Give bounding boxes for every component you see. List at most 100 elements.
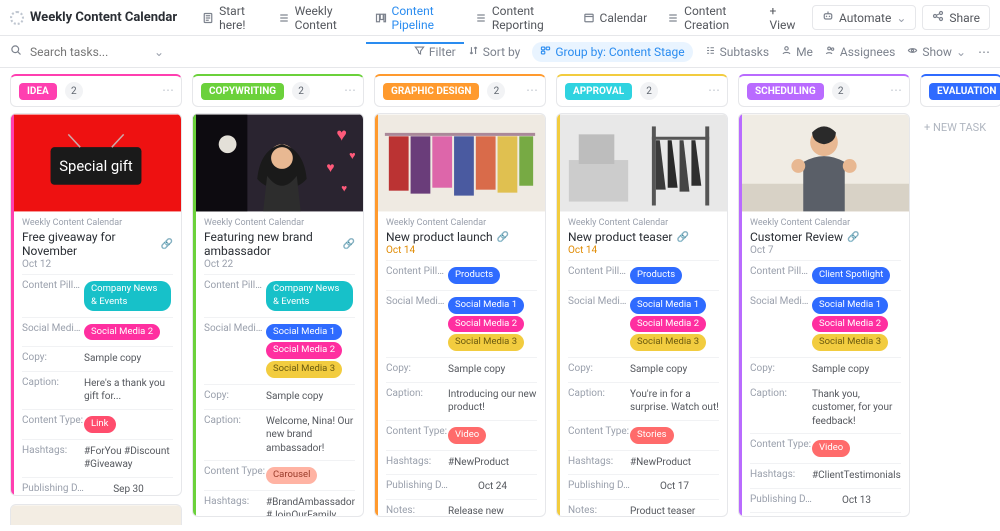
tag-link[interactable]: Link <box>84 416 116 433</box>
card-title: New product launch 🔗 <box>386 230 537 244</box>
column-more-icon[interactable]: ⋯ <box>526 83 538 97</box>
column-more-icon[interactable]: ⋯ <box>162 83 174 97</box>
tab-content-reporting[interactable]: Content Reporting <box>466 0 572 36</box>
tab-start-here-[interactable]: Start here! <box>193 0 267 36</box>
column-scheduling: SCHEDULING 2 ⋯ Weekly Content Calendar C… <box>738 74 910 525</box>
field-row: Content Type: Link <box>22 409 173 439</box>
field-value: You're in for a surprise. Watch out! <box>630 388 719 415</box>
field-row: Copy: Sample copy <box>568 357 719 382</box>
tag-products[interactable]: Products <box>448 267 500 284</box>
field-row: Publishing D... Oct 24 <box>386 474 537 499</box>
assignees-tool[interactable]: Assignees <box>825 45 895 59</box>
tag-sm1[interactable]: Social Media 1 <box>630 297 706 314</box>
column-more-icon[interactable]: ⋯ <box>708 83 720 97</box>
me-tool[interactable]: Me <box>781 45 813 59</box>
field-value: Stories <box>630 426 719 445</box>
tag-sm1[interactable]: Social Media 1 <box>448 297 524 314</box>
field-label: Content Pillar: <box>386 266 448 277</box>
group-by-tool[interactable]: Group by: Content Stage <box>532 42 692 62</box>
card-title: Customer Review 🔗 <box>750 230 901 244</box>
field-value: Social Media 1Social Media 2 Social Media… <box>266 323 355 379</box>
card-title: New product teaser 🔗 <box>568 230 719 244</box>
tab-calendar[interactable]: Calendar <box>574 7 657 29</box>
tab-icon <box>278 12 290 24</box>
tag-sm3[interactable]: Social Media 3 <box>812 334 888 351</box>
more-tool[interactable]: ⋯ <box>978 45 990 59</box>
card-date: Oct 14 <box>568 245 719 256</box>
field-row: Notes: Release new product on social med… <box>386 499 537 517</box>
share-button[interactable]: Share <box>922 5 990 30</box>
field-row: Content Type: Carousel <box>204 460 355 490</box>
automate-button[interactable]: Automate ⌄ <box>812 5 916 30</box>
tag-carousel[interactable]: Carousel <box>266 467 317 484</box>
share-label: Share <box>949 11 980 25</box>
field-value: Social Media 2 <box>84 323 173 342</box>
field-value: #NewProduct <box>630 456 719 470</box>
search-box[interactable]: ⌄ <box>10 44 400 60</box>
column-more-icon[interactable]: ⋯ <box>890 83 902 97</box>
user-icon <box>781 45 792 59</box>
search-input[interactable] <box>28 44 148 60</box>
tab-content-creation[interactable]: Content Creation <box>658 0 758 36</box>
tag-sm2[interactable]: Social Media 2 <box>812 316 888 333</box>
tab-label: Content Creation <box>684 4 749 32</box>
column-header[interactable]: IDEA 2 ⋯ <box>10 74 182 107</box>
task-card[interactable]: Weekly Content Calendar Free giveaway fo… <box>10 113 182 496</box>
field-value: #BrandAmbassador #JoinOurFamily <box>266 496 355 517</box>
new-task-button[interactable]: + NEW TASK <box>920 113 1000 142</box>
task-card[interactable]: Weekly Content Calendar Customer Review … <box>738 113 910 517</box>
field-row: Copy: Sample copy <box>750 357 901 382</box>
tag-sm2[interactable]: Social Media 2 <box>84 324 160 341</box>
tag-sm2[interactable]: Social Media 2 <box>266 342 342 359</box>
tag-video[interactable]: Video <box>812 440 850 457</box>
tag-stories[interactable]: Stories <box>630 427 674 444</box>
field-value: Products <box>448 266 537 285</box>
column-header[interactable]: SCHEDULING 2 ⋯ <box>738 74 910 107</box>
field-row: Content Type: Video <box>750 433 901 463</box>
subtasks-tool[interactable]: Subtasks <box>705 45 769 59</box>
field-row: Hashtags: #NewProduct <box>386 450 537 475</box>
dots-icon: ⋯ <box>978 45 990 59</box>
tag-sm3[interactable]: Social Media 3 <box>266 361 342 378</box>
column-count: 2 <box>832 82 850 100</box>
field-label: Caption: <box>22 377 84 388</box>
sort-tool[interactable]: Sort by <box>468 45 521 59</box>
tag-company_news[interactable]: Company News & Events <box>266 281 353 311</box>
filter-tool[interactable]: Filter <box>414 45 456 59</box>
column-approval: APPROVAL 2 ⋯ Weekly Content Calendar New… <box>556 74 728 525</box>
column-header[interactable]: COPYWRITING 2 ⋯ <box>192 74 364 107</box>
chevron-down-icon[interactable]: ⌄ <box>154 45 164 59</box>
tab-content-pipeline[interactable]: Content Pipeline <box>366 0 464 36</box>
tab-icon <box>375 12 387 24</box>
field-row: Social Media... Social Media 2 <box>22 317 173 347</box>
tab-weekly-content[interactable]: Weekly Content <box>269 0 364 36</box>
task-card[interactable]: Weekly Content Calendar Featuring new br… <box>192 113 364 517</box>
column-more-icon[interactable]: ⋯ <box>982 83 994 97</box>
tag-sm1[interactable]: Social Media 1 <box>812 297 888 314</box>
tag-sm3[interactable]: Social Media 3 <box>448 334 524 351</box>
task-card-peek[interactable] <box>10 504 182 525</box>
card-cover-image <box>375 114 545 212</box>
column-more-icon[interactable]: ⋯ <box>344 83 356 97</box>
tag-sm2[interactable]: Social Media 2 <box>448 316 524 333</box>
robot-icon <box>822 10 834 25</box>
column-header[interactable]: APPROVAL 2 ⋯ <box>556 74 728 107</box>
show-tool[interactable]: Show ⌄ <box>907 45 966 59</box>
field-value: Product teaser before launch. <box>630 505 719 517</box>
tag-products[interactable]: Products <box>630 267 682 284</box>
column-header[interactable]: EVALUATION 0 ⋯ <box>920 74 1000 107</box>
tag-sm3[interactable]: Social Media 3 <box>630 334 706 351</box>
tag-video[interactable]: Video <box>448 427 486 444</box>
tag-sm1[interactable]: Social Media 1 <box>266 324 342 341</box>
field-row: Content Type: Video <box>386 420 537 450</box>
tag-sm2[interactable]: Social Media 2 <box>630 316 706 333</box>
field-label: Copy: <box>22 352 84 363</box>
field-row: Caption: You're in for a surprise. Watch… <box>568 382 719 420</box>
field-row: Social Media... Social Media 1Social Med… <box>204 317 355 384</box>
tag-company_news[interactable]: Company News & Events <box>84 281 171 311</box>
task-card[interactable]: Weekly Content Calendar New product laun… <box>374 113 546 517</box>
column-header[interactable]: GRAPHIC DESIGN 2 ⋯ <box>374 74 546 107</box>
task-card[interactable]: Weekly Content Calendar New product teas… <box>556 113 728 517</box>
tab--view[interactable]: + View <box>760 0 805 36</box>
tag-client_spotlight[interactable]: Client Spotlight <box>812 267 890 284</box>
